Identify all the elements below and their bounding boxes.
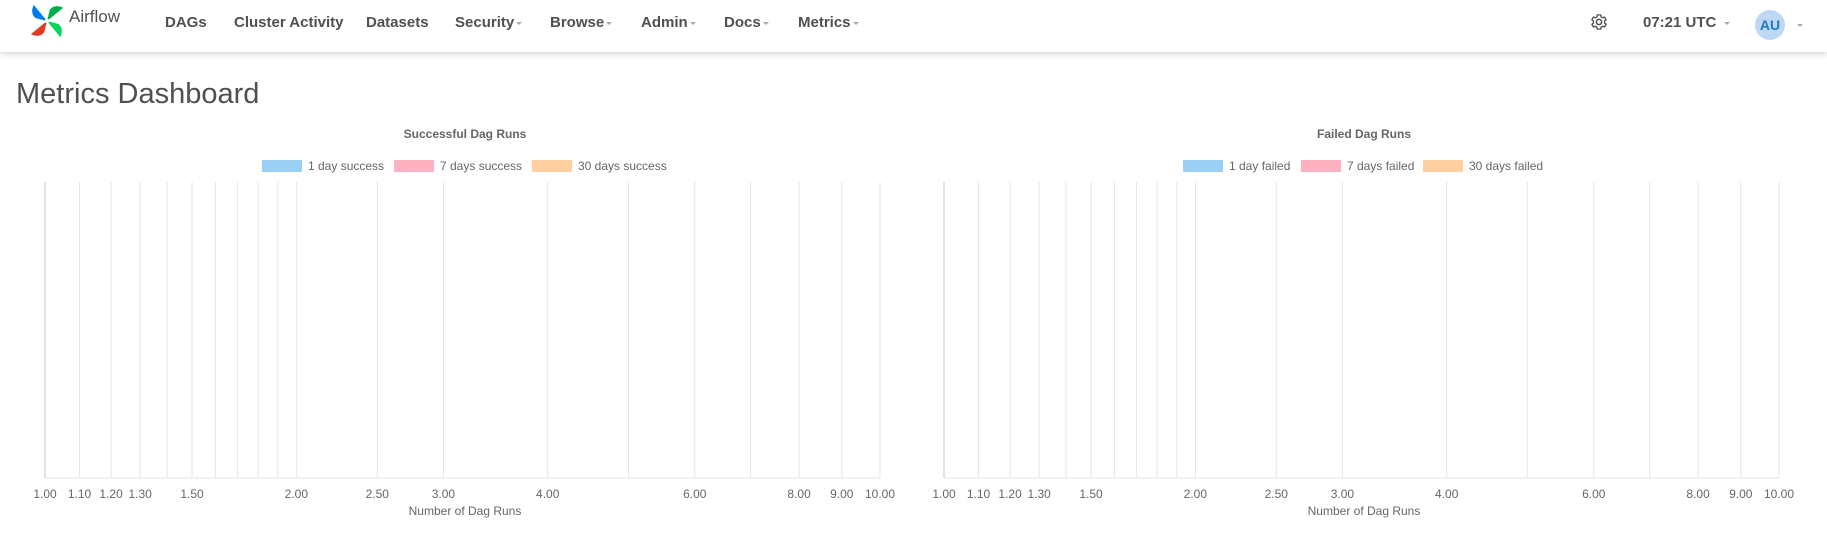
nav-datasets[interactable]: Datasets	[366, 14, 429, 31]
chevron-down-icon	[1724, 21, 1731, 25]
x-tick-label: 3.00	[1331, 487, 1355, 501]
x-tick-label: 8.00	[787, 487, 811, 501]
nav-docs-label: Docs	[724, 14, 761, 31]
legend-swatch[interactable]	[532, 160, 572, 172]
timezone-dropdown[interactable]: 07:21 UTC	[1643, 14, 1731, 31]
x-tick-label: 1.00	[33, 487, 57, 501]
x-tick-label: 1.30	[1027, 487, 1051, 501]
nav-metrics-label: Metrics	[798, 14, 851, 31]
legend-label[interactable]: 1 day success	[308, 159, 384, 173]
x-tick-label: 1.30	[128, 487, 152, 501]
legend-label[interactable]: 1 day failed	[1229, 159, 1290, 173]
legend-swatch[interactable]	[1301, 160, 1341, 172]
x-tick-label: 6.00	[683, 487, 707, 501]
nav-browse-dropdown[interactable]: Browse	[550, 14, 613, 31]
x-axis-label: Number of Dag Runs	[409, 504, 522, 518]
x-tick-label: 3.00	[432, 487, 456, 501]
x-tick-label: 2.00	[285, 487, 309, 501]
user-avatar[interactable]: AU	[1755, 10, 1785, 40]
legend-swatch[interactable]	[262, 160, 302, 172]
x-tick-label: 1.10	[967, 487, 991, 501]
legend-swatch[interactable]	[1183, 160, 1223, 172]
x-axis-label: Number of Dag Runs	[1308, 504, 1421, 518]
x-tick-label: 2.50	[1265, 487, 1289, 501]
successful-dag-runs-chart: Successful Dag Runs 1 day success 7 days s…	[33, 127, 895, 518]
nav-dags-label: DAGs	[165, 14, 207, 31]
current-time: 07:21 UTC	[1643, 14, 1717, 31]
nav-admin-dropdown[interactable]: Admin	[641, 14, 696, 31]
chevron-down-icon	[762, 21, 769, 25]
x-tick-label: 1.20	[99, 487, 123, 501]
chart-title: Failed Dag Runs	[1317, 127, 1411, 141]
x-tick-label: 4.00	[1435, 487, 1459, 501]
x-tick-label: 1.50	[180, 487, 204, 501]
x-tick-label: 2.50	[366, 487, 390, 501]
x-tick-label: 10.00	[865, 487, 895, 501]
nav-security-dropdown[interactable]: Security	[455, 14, 523, 31]
legend-label[interactable]: 30 days success	[578, 159, 667, 173]
navbar: Airflow DAGs Cluster Activity Datasets S…	[0, 0, 1827, 52]
legend-label[interactable]: 7 days success	[440, 159, 522, 173]
x-tick-label: 1.00	[932, 487, 956, 501]
failed-dag-runs-chart: Failed Dag Runs 1 day failed 7 days failed…	[932, 127, 1794, 518]
chevron-down-icon	[852, 21, 859, 25]
chevron-down-icon	[689, 21, 696, 25]
x-tick-label: 1.10	[68, 487, 92, 501]
airflow-pinwheel-icon	[30, 4, 64, 38]
legend-label[interactable]: 7 days failed	[1347, 159, 1414, 173]
x-tick-label: 9.00	[1729, 487, 1753, 501]
nav-cluster-activity-label: Cluster Activity	[234, 14, 344, 31]
x-tick-label: 8.00	[1686, 487, 1710, 501]
page-title: Metrics Dashboard	[16, 78, 260, 110]
x-tick-label: 9.00	[830, 487, 854, 501]
x-tick-label: 2.00	[1184, 487, 1208, 501]
user-initials: AU	[1759, 17, 1781, 33]
nav-metrics-dropdown[interactable]: Metrics	[798, 14, 859, 31]
nav-docs-dropdown[interactable]: Docs	[724, 14, 769, 31]
brand-name: Airflow	[69, 7, 121, 26]
nav-browse-label: Browse	[550, 14, 605, 31]
nav-security-label: Security	[455, 14, 515, 31]
x-tick-label: 10.00	[1764, 487, 1794, 501]
x-tick-label: 6.00	[1582, 487, 1606, 501]
x-tick-label: 1.20	[998, 487, 1022, 501]
legend-label[interactable]: 30 days failed	[1469, 159, 1543, 173]
legend-swatch[interactable]	[394, 160, 434, 172]
airflow-logo-link[interactable]: Airflow	[28, 2, 120, 40]
nav-datasets-label: Datasets	[366, 14, 429, 31]
x-tick-label: 4.00	[536, 487, 560, 501]
chevron-down-icon	[606, 21, 613, 25]
legend-swatch[interactable]	[1423, 160, 1463, 172]
x-tick-label: 1.50	[1079, 487, 1103, 501]
gear-icon[interactable]	[1590, 13, 1608, 31]
nav-admin-label: Admin	[641, 14, 688, 31]
chevron-down-icon	[516, 21, 523, 25]
nav-dags[interactable]: DAGs	[165, 14, 207, 31]
chevron-down-icon[interactable]	[1797, 24, 1803, 27]
chart-title: Successful Dag Runs	[404, 127, 527, 141]
nav-cluster-activity[interactable]: Cluster Activity	[234, 14, 343, 31]
